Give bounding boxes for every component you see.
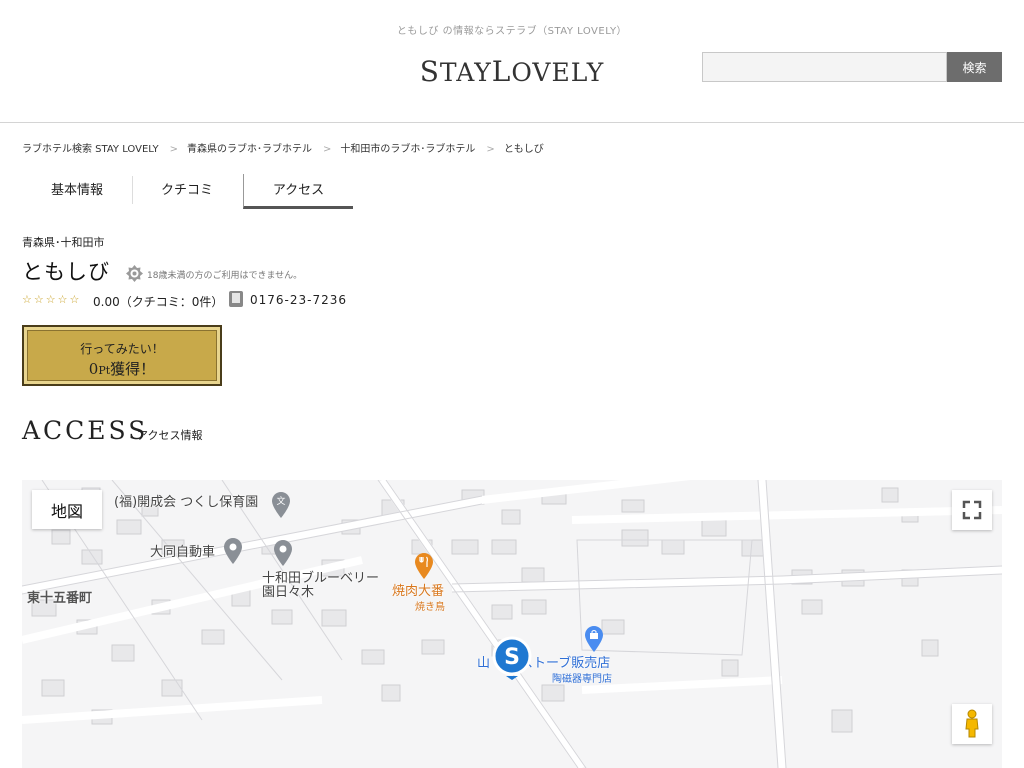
access-heading: ACCESS — [22, 416, 149, 445]
breadcrumb-item-prefecture[interactable]: 青森県のラブホ･ラブホテル — [187, 144, 312, 155]
header-tagline: ともしび の情報ならステラブ（STAY LOVELY） — [396, 26, 628, 37]
map-label-yakiniku-sub: 焼き鳥 — [415, 602, 445, 613]
tab-reviews[interactable]: クチコミ — [132, 174, 242, 209]
want-to-go-label: 行ってみたい！ — [80, 342, 164, 356]
phone-number[interactable]: 0176-23-7236 — [250, 293, 347, 307]
map-label-district: 東十五番町 — [27, 591, 93, 606]
want-to-go-button[interactable]: 行ってみたい！ 0Pt獲得！ — [22, 325, 222, 386]
age-restriction-note: 18歳未満の方のご利用はできません。 — [147, 271, 303, 281]
svg-text:S: S — [504, 645, 520, 670]
breadcrumb-item-current: ともしび — [503, 144, 544, 155]
access-subheading: アクセス情報 — [137, 429, 203, 442]
rating-summary[interactable]: 0.00（クチコミ：0件） — [93, 293, 223, 310]
map-label-blueberry[interactable]: 十和田ブルーベリー 園日々木 — [262, 572, 379, 600]
hotel-location-marker-icon[interactable]: S — [492, 636, 532, 680]
map-label-auto[interactable]: 大同自動車 — [150, 546, 215, 560]
rating-stars: ☆☆☆☆☆ — [22, 293, 82, 306]
breadcrumb-item-top[interactable]: ラブホテル検索 STAY LOVELY — [22, 144, 159, 155]
fullscreen-button[interactable] — [952, 490, 992, 530]
map-background — [22, 480, 1002, 768]
school-pin-icon[interactable]: 文 — [272, 492, 290, 518]
search-input[interactable] — [702, 52, 947, 82]
shopping-pin-icon[interactable] — [585, 626, 603, 652]
map-label-stove-sub: 陶磁器専門店 — [552, 674, 612, 685]
prefecture-city: 青森県･十和田市 — [22, 236, 105, 249]
tab-access[interactable]: アクセス — [243, 174, 353, 209]
street-view-pegman-button[interactable] — [952, 704, 992, 744]
hotel-name: ともしび — [22, 260, 110, 284]
map-type-button[interactable]: 地図 — [32, 490, 102, 529]
want-to-go-points: 0Pt獲得！ — [88, 360, 156, 378]
age-restriction-icon — [126, 265, 143, 282]
fullscreen-icon — [962, 500, 982, 520]
map-label-nursery[interactable]: (福)開成会 つくし保育園 — [114, 496, 258, 510]
svg-text:文: 文 — [276, 495, 285, 507]
place-pin-icon[interactable] — [224, 538, 242, 564]
breadcrumb: ラブホテル検索 STAY LOVELY > 青森県のラブホ･ラブホテル > 十和田市のラ… — [22, 144, 544, 155]
site-header: ともしび の情報ならステラブ（STAY LOVELY） STAYLOVELY 検… — [0, 0, 1024, 123]
map-label-yakiniku[interactable]: 焼肉大番 — [392, 585, 444, 599]
pegman-icon — [965, 709, 979, 738]
tab-basic-info[interactable]: 基本情報 — [22, 174, 132, 209]
breadcrumb-item-city[interactable]: 十和田市のラブホ･ラブホテル — [340, 144, 475, 155]
place-pin-icon[interactable] — [274, 540, 292, 566]
phone-icon — [229, 291, 243, 307]
restaurant-pin-icon[interactable] — [415, 553, 433, 579]
google-map[interactable]: 地図 文 (福)開成会 つくし保育園 大同自動車 十和田ブルーベリー 園日々木 焼… — [22, 480, 1002, 768]
search-button[interactable]: 検索 — [947, 52, 1002, 82]
